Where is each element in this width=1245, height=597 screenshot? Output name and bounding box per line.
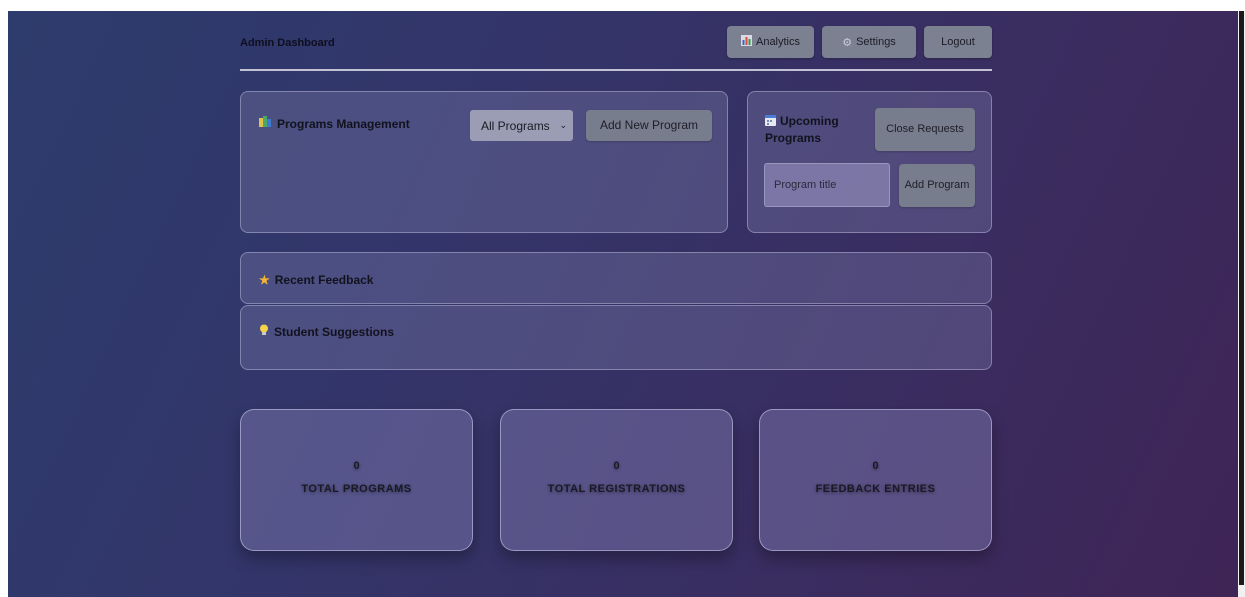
books-icon xyxy=(259,116,272,132)
bar-chart-icon xyxy=(740,35,752,49)
stat-card-feedback-entries: 0 FEEDBACK ENTRIES xyxy=(759,409,992,551)
logout-button[interactable]: Logout xyxy=(924,26,992,58)
dashboard-header: Admin Dashboard Analytics ⚙ Settings Log… xyxy=(240,25,992,71)
settings-label: Settings xyxy=(856,36,896,48)
upcoming-programs-label: Upcoming Programs xyxy=(765,114,839,145)
programs-management-card: Programs Management All Programs ⌄ Add N… xyxy=(240,91,728,233)
student-suggestions-label: Student Suggestions xyxy=(274,325,394,339)
scrollbar-thumb[interactable] xyxy=(1239,11,1244,585)
student-suggestions-card: Student Suggestions xyxy=(240,305,992,370)
recent-feedback-label: Recent Feedback xyxy=(274,273,374,287)
logout-label: Logout xyxy=(941,36,975,48)
analytics-button[interactable]: Analytics xyxy=(727,26,814,58)
stat-label: TOTAL REGISTRATIONS xyxy=(547,483,686,495)
program-filter-value: All Programs xyxy=(481,118,550,133)
program-title-input[interactable] xyxy=(764,163,890,207)
stat-card-total-programs: 0 TOTAL PROGRAMS xyxy=(240,409,473,551)
stat-value: 0 xyxy=(613,460,620,472)
stat-label: FEEDBACK ENTRIES xyxy=(815,483,936,495)
stat-value: 0 xyxy=(353,460,360,472)
star-icon: ★ xyxy=(259,273,270,287)
add-program-button[interactable]: Add Program xyxy=(899,164,975,207)
page-title: Admin Dashboard xyxy=(240,37,335,49)
recent-feedback-card: ★ Recent Feedback xyxy=(240,252,992,304)
chevron-down-icon: ⌄ xyxy=(559,120,567,130)
add-new-program-button[interactable]: Add New Program xyxy=(586,110,712,141)
programs-management-label: Programs Management xyxy=(277,117,410,131)
calendar-icon xyxy=(765,114,776,130)
upcoming-programs-card: Upcoming Programs Close Requests Add Pro… xyxy=(747,91,992,233)
analytics-label: Analytics xyxy=(755,36,801,48)
programs-management-title: Programs Management xyxy=(259,116,410,132)
settings-button[interactable]: ⚙ Settings xyxy=(822,26,916,58)
gear-icon: ⚙ xyxy=(842,36,853,49)
stat-value: 0 xyxy=(872,460,879,472)
lightbulb-icon xyxy=(259,324,269,340)
student-suggestions-title: Student Suggestions xyxy=(259,324,394,340)
program-filter-select[interactable]: All Programs ⌄ xyxy=(470,110,573,141)
recent-feedback-title: ★ Recent Feedback xyxy=(259,272,373,288)
stat-label: TOTAL PROGRAMS xyxy=(301,483,412,495)
stat-card-total-registrations: 0 TOTAL REGISTRATIONS xyxy=(500,409,733,551)
upcoming-programs-title: Upcoming Programs xyxy=(765,113,865,146)
close-requests-button[interactable]: Close Requests xyxy=(875,108,975,151)
